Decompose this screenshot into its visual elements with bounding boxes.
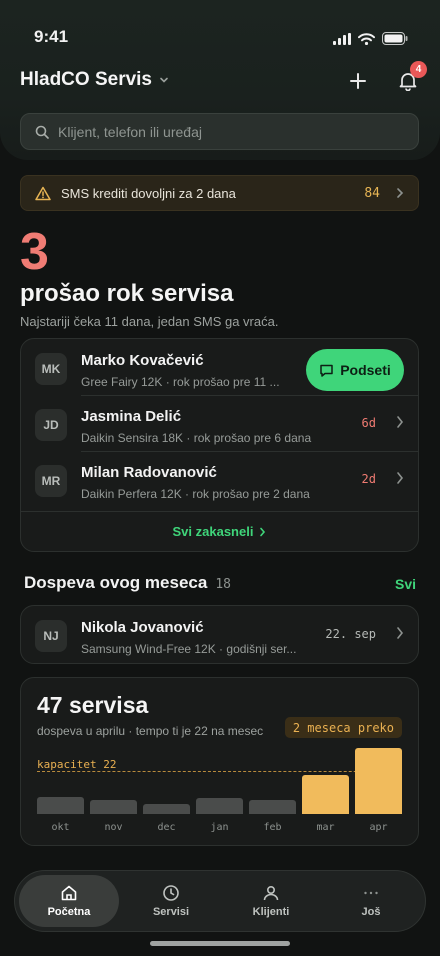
over-capacity-badge: 2 meseca preko xyxy=(284,717,402,738)
sms-credit-count: 84 xyxy=(364,185,380,201)
search-bar[interactable] xyxy=(20,113,419,150)
tab-label: Servisi xyxy=(152,906,190,918)
alert-text: SMS krediti dovoljni za 2 dana xyxy=(61,185,236,201)
overdue-list: MK Marko Kovačević Gree Fairy 12K · rok … xyxy=(20,338,419,552)
chart-bar-nov xyxy=(90,800,137,814)
notification-badge: 4 xyxy=(410,61,427,78)
chevron-right-icon xyxy=(397,416,404,428)
chart-bar-dec xyxy=(143,804,190,814)
notifications-button[interactable]: 4 xyxy=(393,61,427,96)
chevron-down-icon xyxy=(160,77,168,83)
battery-icon xyxy=(382,32,408,45)
home-icon xyxy=(61,885,77,901)
see-all-due-link[interactable]: Svi xyxy=(395,576,416,592)
chart-month-label: apr xyxy=(369,822,388,833)
monthly-bar-chart xyxy=(37,748,403,814)
tab-more[interactable]: Još xyxy=(321,875,421,927)
client-name: Jasmina Delić xyxy=(81,408,182,425)
tab-label: Još xyxy=(361,906,381,918)
avatar: MK xyxy=(35,353,67,385)
remind-label: Podseti xyxy=(340,362,391,378)
message-icon xyxy=(320,364,333,377)
list-item[interactable]: MK Marko Kovačević Gree Fairy 12K · rok … xyxy=(21,339,418,395)
chart-month-label: okt xyxy=(51,822,70,833)
overdue-count: 3 xyxy=(20,223,49,281)
status-time: 9:41 xyxy=(34,27,69,46)
section-title-text: Dospeva ovog meseca xyxy=(24,573,208,592)
more-icon xyxy=(364,891,378,895)
client-detail: Samsung Wind-Free 12K · godišnji ser... xyxy=(81,642,297,656)
list-item[interactable]: NJ Nikola Jovanović Samsung Wind-Free 12… xyxy=(21,606,418,664)
client-name: Milan Radovanović xyxy=(81,464,217,481)
tab-label: Klijenti xyxy=(252,906,290,918)
tab-bar: Početna Servisi Klijenti Još xyxy=(14,870,426,932)
client-detail: Daikin Perfera 12K · rok prošao pre 2 da… xyxy=(81,487,310,501)
chart-month-label: nov xyxy=(104,822,123,833)
chart-bar-apr xyxy=(355,748,402,814)
plus-icon xyxy=(350,73,366,89)
signal-icon xyxy=(333,32,351,45)
overdue-title: prošao rok servisa xyxy=(20,280,234,307)
chart-bar-feb xyxy=(249,800,296,814)
status-icons xyxy=(333,32,408,45)
tab-home[interactable]: Početna xyxy=(19,875,119,927)
client-name: Marko Kovačević xyxy=(81,352,204,369)
stats-title: 47 servisa xyxy=(37,692,149,718)
overdue-subtitle: Najstariji čeka 11 dana, jedan SMS ga vr… xyxy=(20,314,279,329)
avatar: NJ xyxy=(35,620,67,652)
warning-icon xyxy=(35,186,51,200)
chevron-right-icon xyxy=(397,472,404,484)
client-detail: Gree Fairy 12K · rok prošao pre 11 ... xyxy=(81,375,280,389)
chart-month-label: dec xyxy=(157,822,176,833)
tab-clients[interactable]: Klijenti xyxy=(221,875,321,927)
tab-label: Početna xyxy=(47,906,91,918)
app-title: HladCO Servis xyxy=(20,69,152,90)
add-button[interactable] xyxy=(343,66,373,96)
chevron-right-icon xyxy=(397,627,404,639)
due-list: NJ Nikola Jovanović Samsung Wind-Free 12… xyxy=(20,605,419,664)
chart-month-label: jan xyxy=(210,822,229,833)
tab-services[interactable]: Servisi xyxy=(121,875,221,927)
app-header: 9:41 HladCO Servis 4 Klijent, telefon il… xyxy=(0,0,440,160)
search-input[interactable] xyxy=(58,123,398,140)
list-item[interactable]: MR Milan Radovanović Daikin Perfera 12K … xyxy=(21,451,418,507)
client-detail: Daikin Sensira 18K · rok prošao pre 6 da… xyxy=(81,431,312,445)
list-item[interactable]: JD Jasmina Delić Daikin Sensira 18K · ro… xyxy=(21,395,418,451)
chevron-right-icon xyxy=(397,188,404,198)
remind-button[interactable]: Podseti xyxy=(306,349,404,391)
user-icon xyxy=(263,885,279,901)
wifi-icon xyxy=(358,32,375,45)
chart-month-label: mar xyxy=(316,822,335,833)
overdue-days: 2d xyxy=(361,472,376,486)
avatar: MR xyxy=(35,465,67,497)
home-indicator xyxy=(150,941,290,946)
overdue-days: 6d xyxy=(361,416,376,430)
chart-bar-mar xyxy=(302,775,349,814)
stats-card[interactable]: 47 servisa dospeva u aprilu · tempo ti j… xyxy=(20,677,419,846)
search-icon xyxy=(35,125,49,139)
avatar: JD xyxy=(35,409,67,441)
section-title: Dospeva ovog meseca 18 xyxy=(24,573,231,593)
stats-subtitle: dospeva u aprilu · tempo ti je 22 na mes… xyxy=(37,724,264,738)
chart-month-label: feb xyxy=(263,822,282,833)
chevron-right-icon xyxy=(260,527,266,536)
client-name: Nikola Jovanović xyxy=(81,619,204,636)
due-date: 22. sep xyxy=(325,627,376,641)
chart-bar-okt xyxy=(37,797,84,814)
clock-icon xyxy=(163,885,179,901)
chart-bar-jan xyxy=(196,798,243,814)
sms-credit-alert[interactable]: SMS krediti dovoljni za 2 dana 84 xyxy=(20,175,419,211)
see-all-label: Svi zakasneli xyxy=(172,524,254,539)
see-all-overdue-link[interactable]: Svi zakasneli xyxy=(21,511,418,551)
section-count: 18 xyxy=(215,577,231,592)
app-switcher[interactable]: HladCO Servis xyxy=(20,69,170,91)
